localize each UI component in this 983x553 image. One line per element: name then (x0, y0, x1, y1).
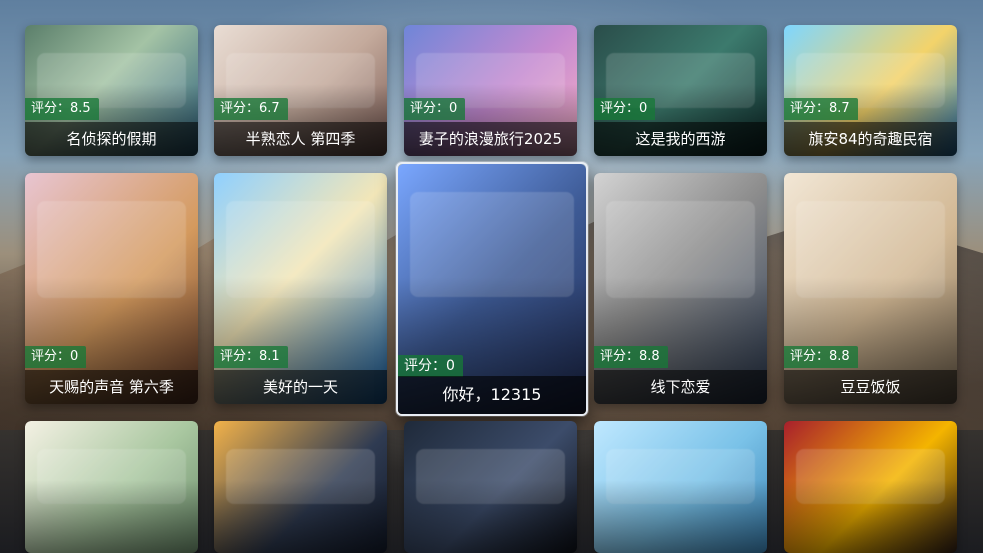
rating-badge: 评分：0 (398, 355, 463, 377)
card-title: 美好的一天 (214, 370, 387, 404)
rating-value: 8.8 (829, 349, 850, 364)
rating-prefix: 评分： (600, 101, 640, 116)
card-title: 妻子的浪漫旅行2025 (404, 122, 577, 156)
rating-value: 0 (449, 101, 458, 116)
media-card[interactable]: 评分：0 妻子的浪漫旅行2025 (404, 25, 577, 156)
rating-prefix: 评分： (31, 101, 71, 116)
media-card[interactable]: 评分：0 这是我的西游 (594, 25, 767, 156)
media-card[interactable] (25, 421, 198, 553)
card-title: 线下恋爱 (594, 370, 767, 404)
rating-badge: 评分：8.8 (784, 346, 858, 368)
rating-value: 8.7 (829, 101, 850, 116)
media-card[interactable]: 评分：8.1 美好的一天 (214, 173, 387, 404)
poster (784, 421, 957, 553)
rating-value: 8.5 (70, 101, 91, 116)
media-card[interactable] (214, 421, 387, 553)
poster (25, 421, 198, 553)
rating-value: 8.8 (639, 349, 660, 364)
rating-value: 0 (70, 349, 79, 364)
media-card[interactable]: 评分：8.8 线下恋爱 (594, 173, 767, 404)
media-card[interactable]: 评分：6.7 半熟恋人 第四季 (214, 25, 387, 156)
poster (594, 421, 767, 553)
rating-prefix: 评分： (404, 358, 446, 374)
rating-prefix: 评分： (600, 349, 640, 364)
rating-value: 0 (639, 101, 648, 116)
card-title: 旗安84的奇趣民宿 (784, 122, 957, 156)
card-title: 名侦探的假期 (25, 122, 198, 156)
card-title: 半熟恋人 第四季 (214, 122, 387, 156)
poster (404, 421, 577, 553)
rating-badge: 评分：8.7 (784, 98, 858, 120)
media-card[interactable]: 评分：8.8 豆豆饭饭 (784, 173, 957, 404)
rating-badge: 评分：0 (25, 346, 87, 368)
rating-badge: 评分：0 (404, 98, 466, 120)
rating-value: 0 (446, 358, 455, 374)
media-grid: 评分：8.5 名侦探的假期 评分：6.7 半熟恋人 第四季 评分：0 妻子的浪漫… (0, 0, 983, 553)
media-card[interactable]: 评分：8.7 旗安84的奇趣民宿 (784, 25, 957, 156)
card-title: 天赐的声音 第六季 (25, 370, 198, 404)
card-title: 豆豆饭饭 (784, 370, 957, 404)
rating-prefix: 评分： (790, 101, 830, 116)
rating-value: 6.7 (259, 101, 280, 116)
rating-prefix: 评分： (31, 349, 71, 364)
media-card[interactable] (404, 421, 577, 553)
poster (214, 421, 387, 553)
rating-prefix: 评分： (220, 101, 260, 116)
media-card[interactable]: 评分：8.5 名侦探的假期 (25, 25, 198, 156)
rating-badge: 评分：8.5 (25, 98, 99, 120)
media-card[interactable] (594, 421, 767, 553)
card-title: 这是我的西游 (594, 122, 767, 156)
rating-value: 8.1 (259, 349, 280, 364)
rating-badge: 评分：0 (594, 98, 656, 120)
rating-prefix: 评分： (790, 349, 830, 364)
card-title: 你好，12315 (398, 376, 586, 414)
rating-prefix: 评分： (410, 101, 450, 116)
rating-badge: 评分：6.7 (214, 98, 288, 120)
rating-prefix: 评分： (220, 349, 260, 364)
rating-badge: 评分：8.8 (594, 346, 668, 368)
media-card-selected[interactable]: 评分：0 你好，12315 (396, 162, 588, 416)
rating-badge: 评分：8.1 (214, 346, 288, 368)
media-card[interactable] (784, 421, 957, 553)
media-card[interactable]: 评分：0 天赐的声音 第六季 (25, 173, 198, 404)
